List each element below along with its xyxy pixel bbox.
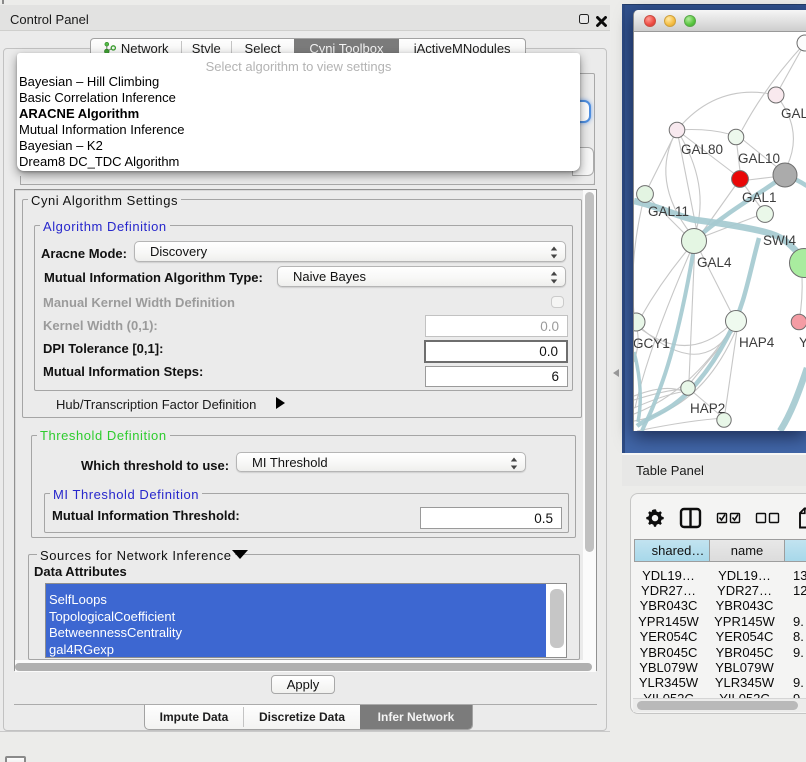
svg-text:SWI4: SWI4 xyxy=(763,233,796,248)
svg-text:HAP4: HAP4 xyxy=(739,335,775,350)
svg-text:GCY1: GCY1 xyxy=(634,336,670,351)
svg-text:GAL: GAL xyxy=(781,106,806,121)
svg-text:GAL4: GAL4 xyxy=(697,255,732,270)
svg-text:GAL11: GAL11 xyxy=(648,204,689,219)
svg-text:Y: Y xyxy=(799,335,806,350)
svg-text:GAL10: GAL10 xyxy=(738,151,780,166)
svg-text:HAP2: HAP2 xyxy=(690,401,725,416)
svg-text:GAL1: GAL1 xyxy=(742,190,777,205)
svg-text:GAL80: GAL80 xyxy=(681,142,723,157)
